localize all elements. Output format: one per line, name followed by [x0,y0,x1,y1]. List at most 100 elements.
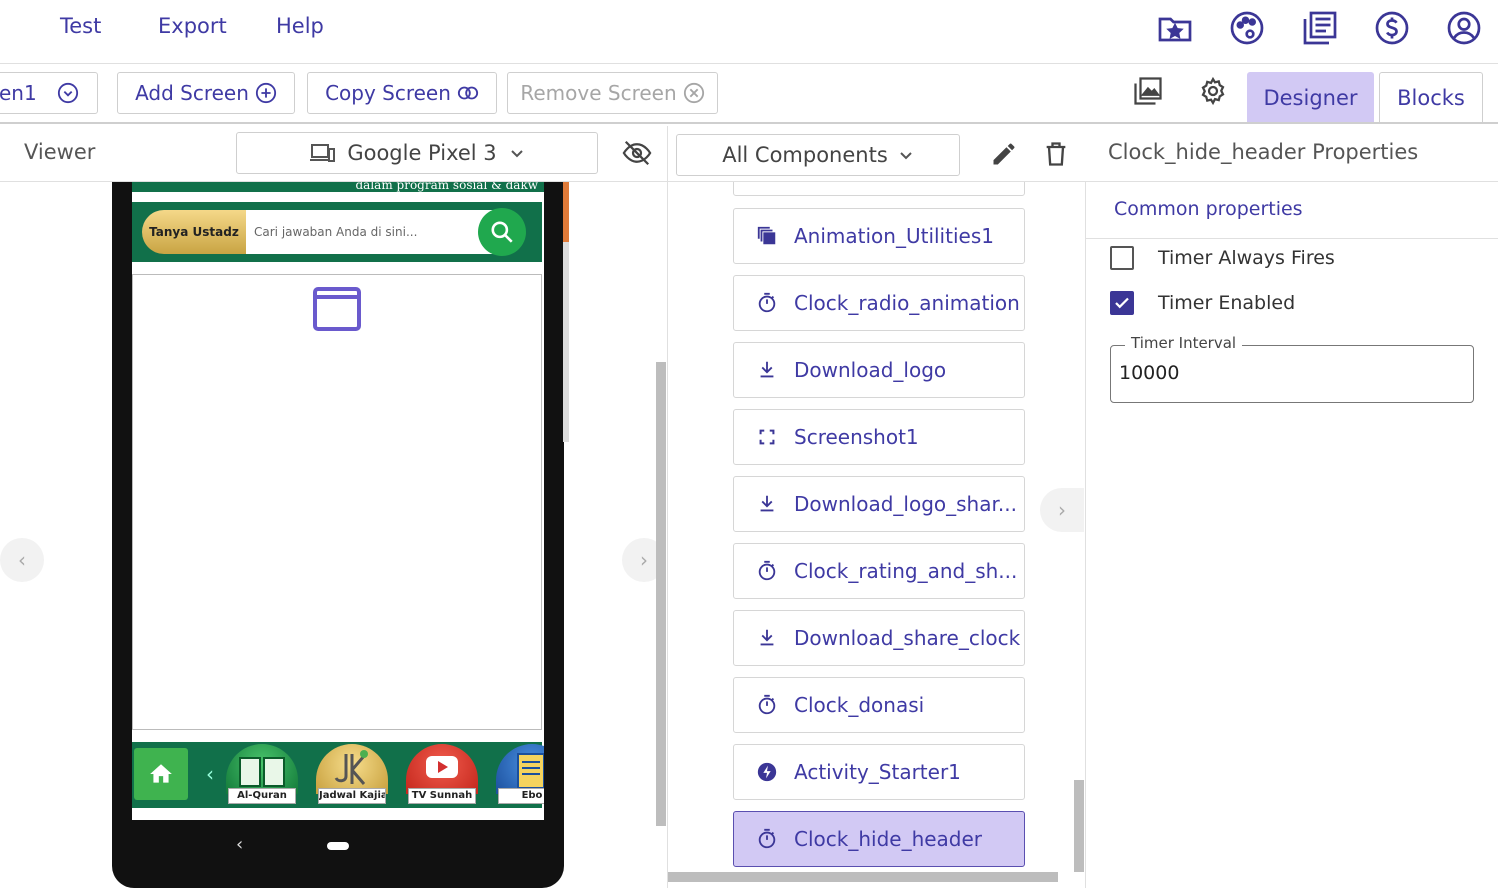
check-icon [1115,297,1129,309]
layers-icon [757,226,776,245]
add-screen-button[interactable]: Add Screen [117,72,295,114]
properties-section-title: Common properties [1114,198,1303,220]
home-icon [150,764,172,783]
list-item[interactable]: Screenshot1 [733,409,1025,465]
list-item-label: Activity_Starter1 [794,760,961,784]
components-hscrollbar[interactable] [668,872,1058,882]
account-icon[interactable] [1446,10,1482,46]
toolbar: en1 Add Screen Copy Screen Remove Screen… [0,64,1498,124]
list-item[interactable] [733,182,1025,196]
timer-always-fires-label: Timer Always Fires [1158,247,1335,269]
components-filter-select[interactable]: All Components [676,134,960,176]
timer-icon [758,560,776,581]
gear-icon[interactable] [1198,76,1228,106]
chevron-left-icon: ‹ [18,548,26,572]
palette-icon[interactable] [1229,10,1265,46]
app-home-button[interactable] [134,748,188,800]
list-item[interactable]: Activity_Starter1 [733,744,1025,800]
home-pill[interactable] [327,842,349,850]
close-circle-icon [683,82,704,104]
list-item[interactable]: Animation_Utilities1 [733,208,1025,264]
screen-select[interactable]: en1 [0,72,98,114]
gallery-icon[interactable] [1302,10,1338,46]
menu-test[interactable]: Test [60,14,101,38]
folder-star-icon[interactable] [1157,10,1193,46]
delete-icon[interactable] [1042,140,1070,168]
download-icon [760,361,774,378]
media-library-icon[interactable] [1133,76,1163,106]
list-item[interactable]: Clock_rating_and_sh... [733,543,1025,599]
copy-screen-button[interactable]: Copy Screen [307,72,497,114]
tab-blocks[interactable]: Blocks [1379,72,1483,122]
plus-circle-icon [255,82,277,104]
properties-section-header[interactable]: Common properties [1086,182,1498,239]
list-item[interactable]: Download_logo_shar... [733,476,1025,532]
components-filter-label: All Components [722,143,888,167]
edit-icon[interactable] [990,140,1018,168]
list-item[interactable]: Clock_donasi [733,677,1025,733]
prev-page-button[interactable]: ‹ [0,538,44,582]
list-item[interactable]: Download_logo [733,342,1025,398]
phone-frame: dalam program sosial & dakw Tanya Ustadz… [112,182,564,888]
list-item[interactable]: Download_share_clock [733,610,1025,666]
list-item[interactable]: Clock_radio_animation [733,275,1025,331]
remove-screen-label: Remove Screen [520,81,677,105]
app-tile-label: Jadwal Kajian [318,788,386,804]
app-banner: dalam program sosial & dakw [132,182,544,192]
chevron-down-icon [900,152,912,160]
download-icon [760,629,774,646]
copy-circles-icon [457,86,479,100]
components-header: All Components [668,126,1086,182]
components-vscrollbar[interactable] [1074,780,1084,872]
app-tile[interactable]: TV Sunnah [404,744,480,804]
timer-interval-value[interactable]: 10000 [1119,362,1179,384]
back-icon[interactable]: ‹ [236,834,243,855]
timer-interval-label: Timer Interval [1125,334,1243,352]
list-item-label: Animation_Utilities1 [794,224,994,248]
search-icon [491,221,513,243]
timer-interval-field[interactable]: Timer Interval 10000 [1110,334,1474,403]
list-item-label: Download_share_clock [794,626,1021,650]
menu-export[interactable]: Export [158,14,227,38]
app-tile-label: Ebo [498,788,544,804]
timer-always-fires-row[interactable]: Timer Always Fires [1110,246,1335,270]
timer-always-fires-checkbox[interactable] [1110,246,1134,270]
list-item-label: Download_logo_shar... [794,492,1017,516]
remove-screen-button[interactable]: Remove Screen [507,72,718,114]
app-tile[interactable]: Ebo [494,744,544,804]
chevron-left-icon[interactable]: ‹ [206,762,214,786]
list-item-label: Screenshot1 [794,425,919,449]
timer-icon [758,828,776,849]
phone-side-rail [563,182,569,442]
viewer-scrollbar[interactable] [656,362,666,826]
properties-title: Clock_hide_header Properties [1108,140,1419,164]
chevron-down-circle-icon [57,82,78,104]
timer-enabled-checkbox[interactable] [1110,291,1134,315]
app-tile-label: TV Sunnah [408,788,476,804]
dollar-icon[interactable] [1374,10,1410,46]
app-search-input[interactable]: Cari jawaban Anda di sini... [246,210,496,254]
device-select-label: Google Pixel 3 [347,141,497,165]
timer-enabled-row[interactable]: Timer Enabled [1110,291,1295,315]
viewer-canvas: dalam program sosial & dakw Tanya Ustadz… [0,182,668,888]
app-search-button[interactable] [478,208,526,256]
phone-nav-bar: ‹ [132,826,544,866]
window-icon [313,287,361,331]
list-item-selected[interactable]: Clock_hide_header [733,811,1025,867]
device-select[interactable]: Google Pixel 3 [236,132,598,174]
app-bottom-nav: ‹ Al-Quran Jadwal Kajian [132,742,544,808]
visibility-off-icon[interactable] [622,138,652,168]
menu-help[interactable]: Help [276,14,324,38]
app-tile[interactable]: Al-Quran [224,744,300,804]
tab-designer[interactable]: Designer [1247,72,1374,122]
ebook-icon [496,744,544,794]
quran-book-icon [226,744,298,794]
menu-bar: Test Export Help [0,0,1498,64]
components-tree: Animation_Utilities1 Clock_radio_animati… [668,182,1086,888]
app-content-area[interactable] [132,274,542,730]
search-chip[interactable]: Tanya Ustadz [142,210,246,254]
youtube-icon [406,744,478,794]
app-tile[interactable]: Jadwal Kajian [314,744,390,804]
expand-panel-button[interactable]: › [1040,488,1084,532]
list-item-label: Download_logo [794,358,947,382]
